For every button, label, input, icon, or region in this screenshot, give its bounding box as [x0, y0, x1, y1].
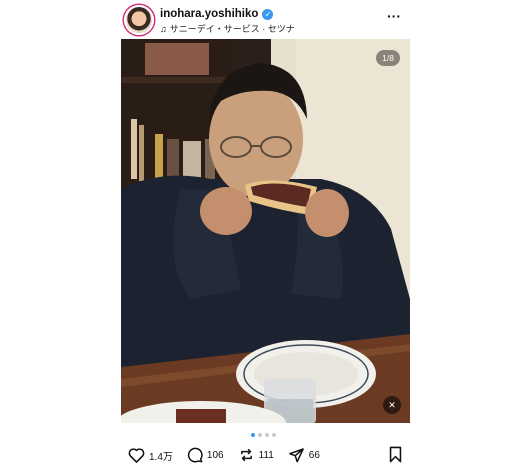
- carousel-dot: [258, 433, 262, 437]
- post-photo[interactable]: 1/8 ✕: [121, 39, 410, 423]
- carousel-dot-active: [251, 433, 255, 437]
- like-button[interactable]: 1.4万: [128, 447, 173, 463]
- more-options-icon[interactable]: ···: [387, 9, 401, 23]
- username-link[interactable]: inohara.yoshihiko: [160, 8, 258, 20]
- repost-icon: [240, 448, 252, 462]
- song-title[interactable]: サニーデイ・サービス · セツナ: [170, 22, 295, 35]
- comment-button[interactable]: 106: [187, 447, 224, 463]
- username-row: inohara.yoshihiko ✓: [160, 8, 274, 20]
- share-button[interactable]: 66: [288, 447, 320, 463]
- save-button[interactable]: [388, 446, 403, 468]
- repost-count: 111: [258, 449, 274, 461]
- post-header: inohara.yoshihiko ✓ ♫ サニーデイ・サービス · セツナ ·…: [124, 5, 409, 35]
- music-row[interactable]: ♫ サニーデイ・サービス · セツナ: [160, 22, 295, 35]
- like-count: 1.4万: [149, 451, 173, 463]
- carousel-dot: [272, 433, 276, 437]
- share-count: 66: [308, 449, 320, 461]
- mute-icon[interactable]: ✕: [383, 396, 401, 414]
- photo-illustration: [121, 39, 410, 423]
- bookmark-icon: [389, 446, 402, 463]
- instagram-post: inohara.yoshihiko ✓ ♫ サニーデイ・サービス · セツナ ·…: [0, 0, 530, 468]
- comment-count: 106: [206, 449, 224, 461]
- carousel-dot: [265, 433, 269, 437]
- send-icon: [288, 448, 304, 463]
- avatar[interactable]: [124, 5, 154, 35]
- action-bar: 1.4万 106 111 66: [128, 445, 403, 465]
- carousel-dots: [251, 433, 276, 437]
- comment-icon: [187, 447, 203, 463]
- music-note-icon: ♫: [160, 23, 167, 34]
- verified-badge-icon: ✓: [262, 8, 274, 20]
- image-counter: 1/8: [376, 50, 400, 66]
- heart-icon: [128, 448, 145, 463]
- repost-button[interactable]: 111: [238, 447, 274, 463]
